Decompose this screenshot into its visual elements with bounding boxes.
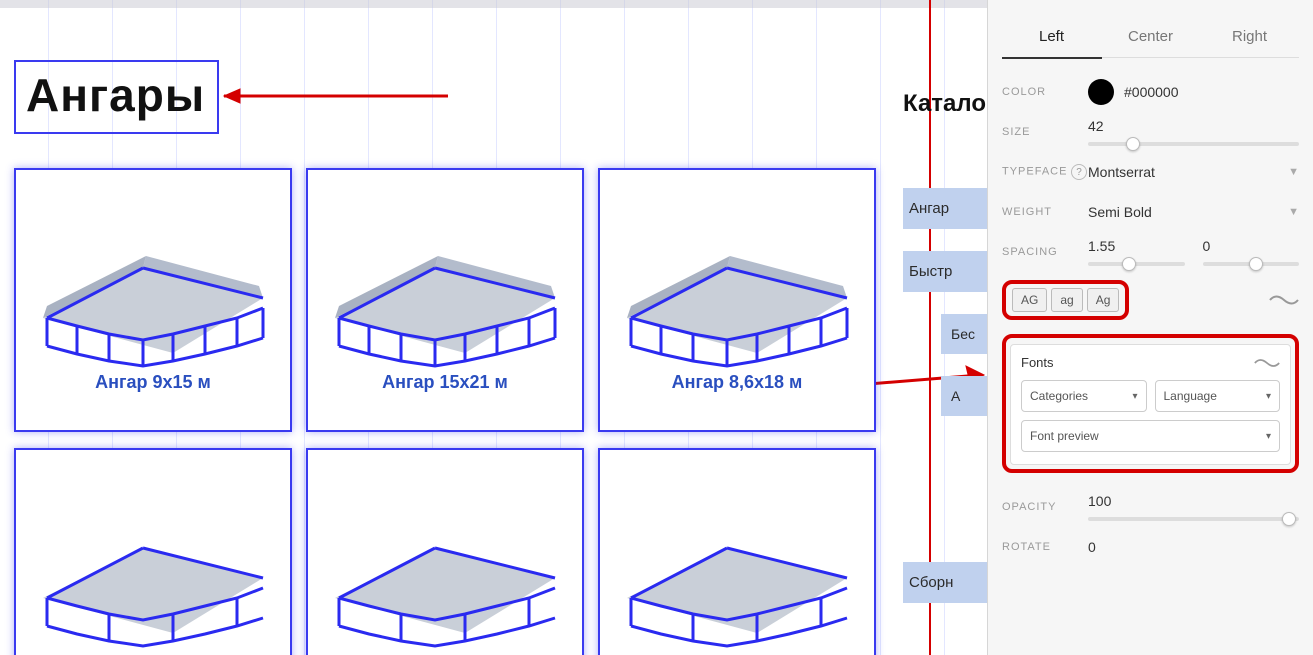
label-weight: WEIGHT	[1002, 206, 1088, 218]
chevron-down-icon: ▾	[1132, 391, 1137, 402]
product-card[interactable]: Ангар 8,6х18 м	[598, 168, 876, 432]
product-illustration	[315, 178, 575, 368]
chevron-down-icon: ▾	[1266, 431, 1271, 442]
fonts-categories-select[interactable]: Categories▾	[1021, 380, 1147, 412]
row-weight: WEIGHT Semi Bold ▼	[1002, 192, 1299, 232]
size-value[interactable]: 42	[1088, 118, 1299, 134]
annotation-highlight-case: AG ag Ag	[1002, 280, 1129, 320]
label-typeface: TYPEFACE?	[1002, 164, 1088, 180]
editor-canvas[interactable]: Ангары	[0, 0, 987, 655]
size-slider[interactable]	[1088, 142, 1299, 146]
font-preview-select[interactable]: Font preview▾	[1021, 420, 1280, 452]
product-illustration	[315, 458, 575, 648]
case-upper-button[interactable]: AG	[1012, 288, 1047, 312]
product-card[interactable]	[306, 448, 584, 655]
properties-panel: Left Center Right COLOR #000000 SIZE 42 …	[987, 0, 1313, 655]
tab-underline	[1002, 57, 1299, 58]
catalog-sidebar: Катало Ангар Быстр Бес А Т Х Сборн Ангар	[903, 90, 987, 655]
fonts-panel: Fonts Categories▾ Language▾ Font preview…	[1010, 344, 1291, 465]
line-spacing-slider[interactable]	[1088, 262, 1185, 266]
color-swatch[interactable]	[1088, 79, 1114, 105]
rotate-value[interactable]: 0	[1088, 539, 1096, 555]
product-card[interactable]: Ангар 15х21 м	[306, 168, 584, 432]
tab-align-right[interactable]: Right	[1200, 14, 1299, 57]
annotation-highlight-fonts: Fonts Categories▾ Language▾ Font preview…	[1002, 334, 1299, 473]
opacity-slider[interactable]	[1088, 517, 1299, 521]
case-title-button[interactable]: Ag	[1087, 288, 1120, 312]
weight-select[interactable]: Semi Bold ▼	[1088, 204, 1299, 220]
catalog-item[interactable]: А	[941, 376, 987, 416]
letter-spacing-value[interactable]: 0	[1203, 238, 1300, 254]
page-title[interactable]: Ангары	[14, 60, 219, 134]
line-spacing-value[interactable]: 1.55	[1088, 238, 1185, 254]
letter-spacing-slider[interactable]	[1203, 262, 1300, 266]
annotation-arrow-title	[210, 84, 450, 108]
row-text-case: AG ag Ag	[1002, 272, 1299, 334]
color-hex[interactable]: #000000	[1124, 84, 1179, 100]
label-color: COLOR	[1002, 86, 1088, 98]
row-size: SIZE 42	[1002, 112, 1299, 152]
chevron-down-icon: ▼	[1288, 166, 1299, 178]
tab-align-center[interactable]: Center	[1101, 14, 1200, 57]
product-card[interactable]	[598, 448, 876, 655]
slider-thumb[interactable]	[1282, 512, 1296, 526]
product-illustration	[607, 458, 867, 648]
help-icon[interactable]: ?	[1071, 164, 1087, 180]
label-opacity: OPACITY	[1002, 501, 1088, 513]
product-illustration	[23, 458, 283, 648]
catalog-item[interactable]: Сборн	[903, 562, 987, 603]
catalog-title: Катало	[903, 90, 987, 118]
slider-thumb[interactable]	[1126, 137, 1140, 151]
opacity-value[interactable]: 100	[1088, 493, 1299, 509]
product-illustration	[23, 178, 283, 368]
product-illustration	[607, 178, 867, 368]
row-rotate: ROTATE 0	[1002, 527, 1299, 567]
product-grid: Ангар 9х15 м Ангар 15х21 м	[14, 168, 876, 655]
product-label: Ангар 8,6х18 м	[672, 372, 803, 393]
product-label: Ангар 15х21 м	[382, 372, 508, 393]
row-opacity: OPACITY 100	[1002, 487, 1299, 527]
fonts-title: Fonts	[1021, 355, 1054, 370]
row-spacing: SPACING 1.55 0	[1002, 232, 1299, 272]
catalog-item[interactable]: Ангар	[903, 188, 987, 229]
row-typeface: TYPEFACE? Montserrat ▼	[1002, 152, 1299, 192]
product-label: Ангар 9х15 м	[95, 372, 211, 393]
label-rotate: ROTATE	[1002, 541, 1088, 553]
product-card[interactable]: Ангар 9х15 м	[14, 168, 292, 432]
label-spacing: SPACING	[1002, 246, 1088, 258]
warp-icon[interactable]	[1269, 292, 1299, 308]
catalog-item[interactable]: Бес	[941, 314, 987, 354]
chevron-down-icon: ▼	[1288, 206, 1299, 218]
product-card[interactable]	[14, 448, 292, 655]
tab-align-left[interactable]: Left	[1002, 14, 1101, 57]
fonts-language-select[interactable]: Language▾	[1155, 380, 1281, 412]
label-size: SIZE	[1002, 126, 1088, 138]
slider-thumb[interactable]	[1249, 257, 1263, 271]
typeface-select[interactable]: Montserrat ▼	[1088, 164, 1299, 180]
chevron-down-icon: ▾	[1266, 391, 1271, 402]
row-color: COLOR #000000	[1002, 72, 1299, 112]
case-lower-button[interactable]: ag	[1051, 288, 1082, 312]
warp-icon[interactable]	[1254, 356, 1280, 370]
catalog-item[interactable]: Быстр	[903, 251, 987, 292]
slider-thumb[interactable]	[1122, 257, 1136, 271]
align-tabs: Left Center Right	[1002, 8, 1299, 57]
